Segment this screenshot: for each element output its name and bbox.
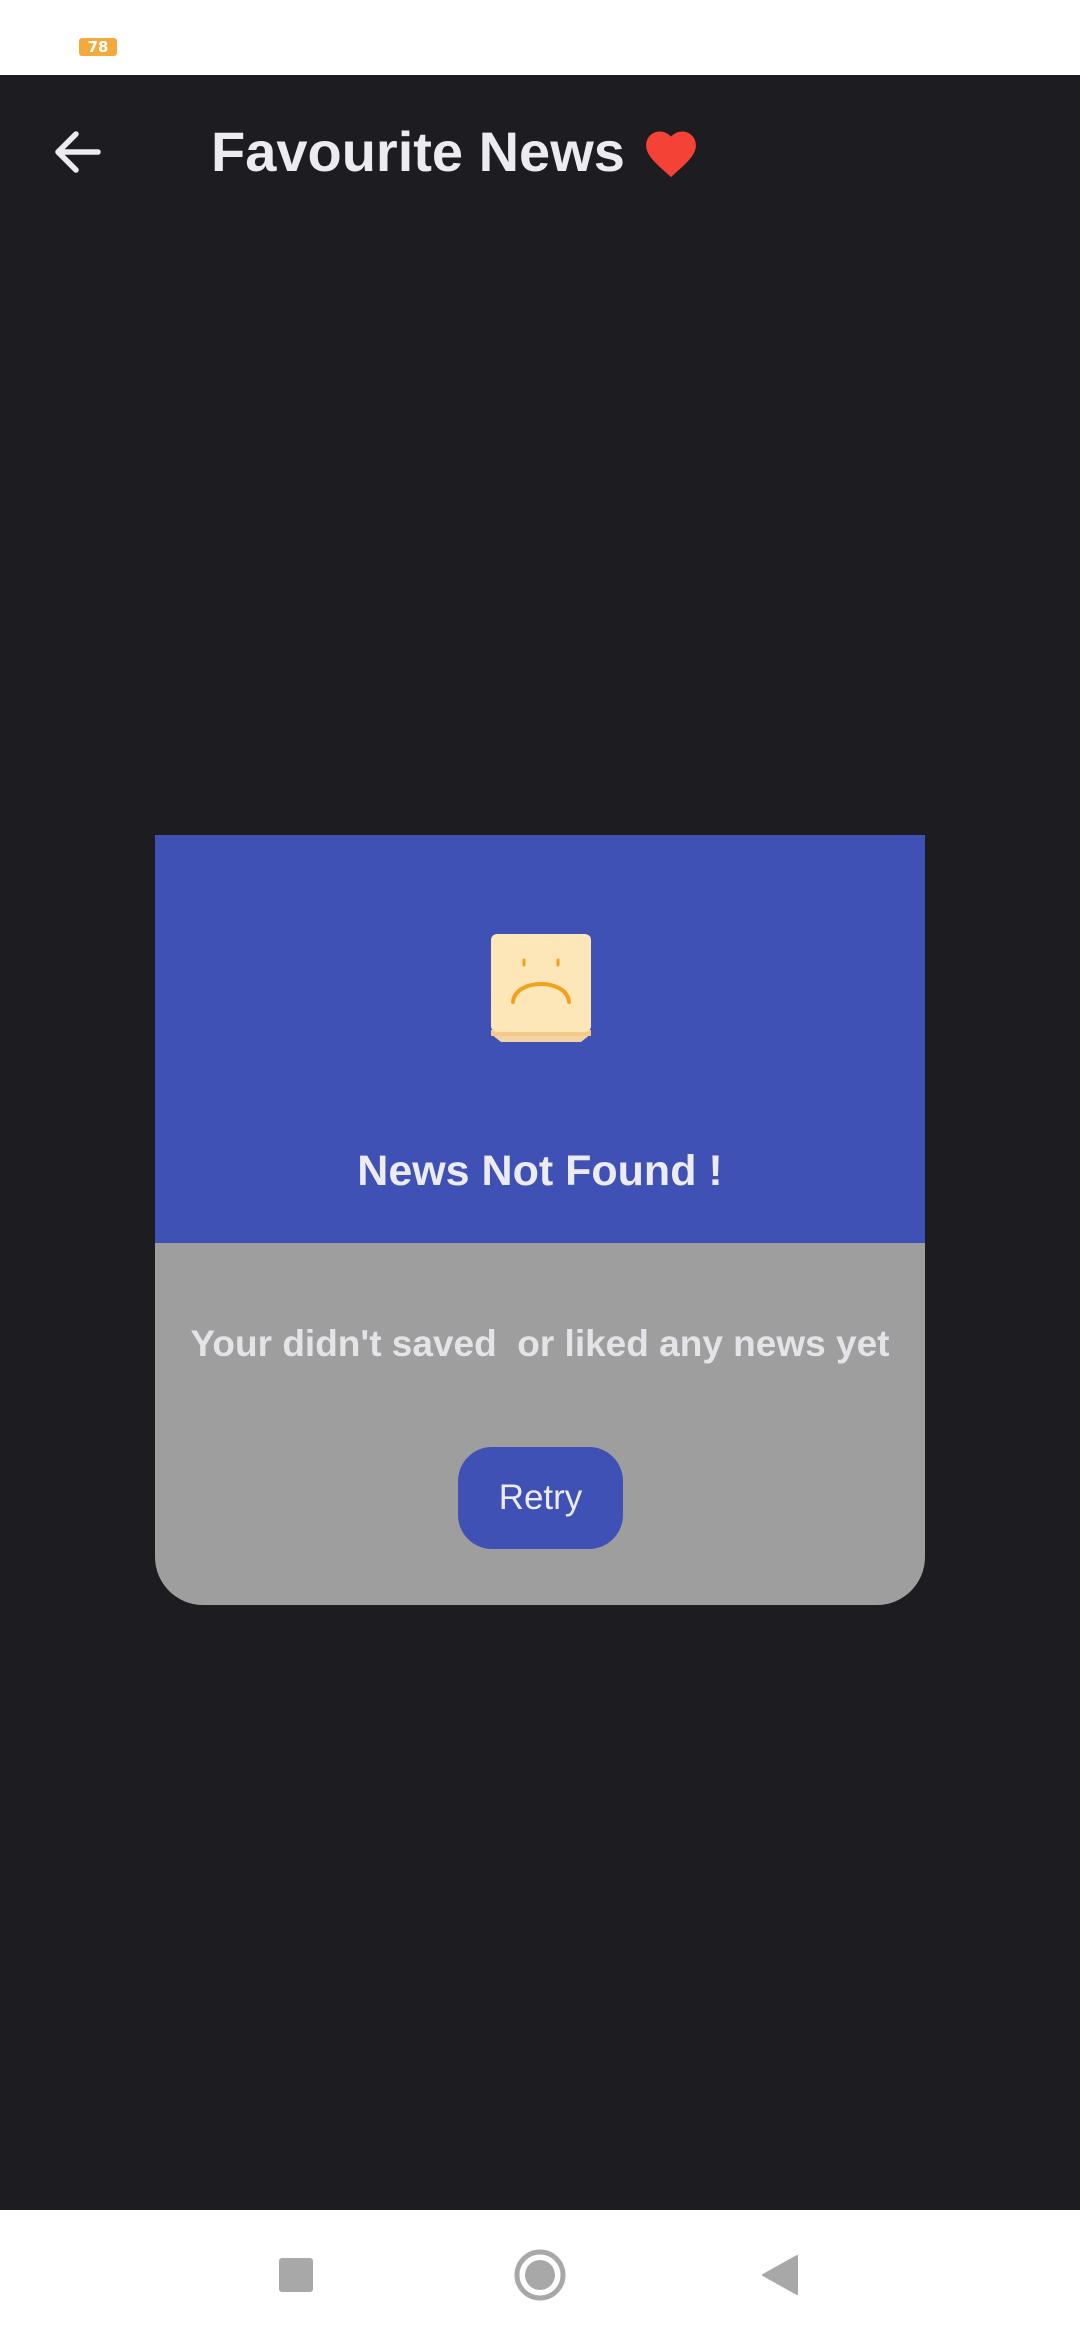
back-triangle-icon (762, 2255, 798, 2295)
home-circle-icon (514, 2249, 566, 2301)
back-button[interactable] (45, 120, 109, 184)
page-title: Favourite News (211, 120, 625, 183)
battery-indicator: 78 (79, 38, 117, 56)
recents-square-icon (279, 2258, 313, 2292)
empty-state-title: News Not Found ! (357, 1147, 723, 1195)
recents-button[interactable] (258, 2237, 334, 2313)
heart-icon (646, 131, 696, 178)
sad-face-icon (491, 934, 591, 1042)
arrow-back-icon (55, 131, 101, 173)
card-header: News Not Found ! (155, 835, 925, 1243)
retry-button[interactable]: Retry (458, 1447, 623, 1549)
nav-back-button[interactable] (742, 2237, 818, 2313)
app-bar: Favourite News (0, 75, 1080, 230)
empty-state-message: Your didn't saved or liked any news yet (190, 1323, 890, 1364)
empty-state-card: News Not Found ! Your didn't saved or li… (155, 835, 925, 1605)
system-nav-bar (0, 2210, 1080, 2340)
status-bar: 78 (0, 0, 1080, 75)
home-button[interactable] (502, 2237, 578, 2313)
